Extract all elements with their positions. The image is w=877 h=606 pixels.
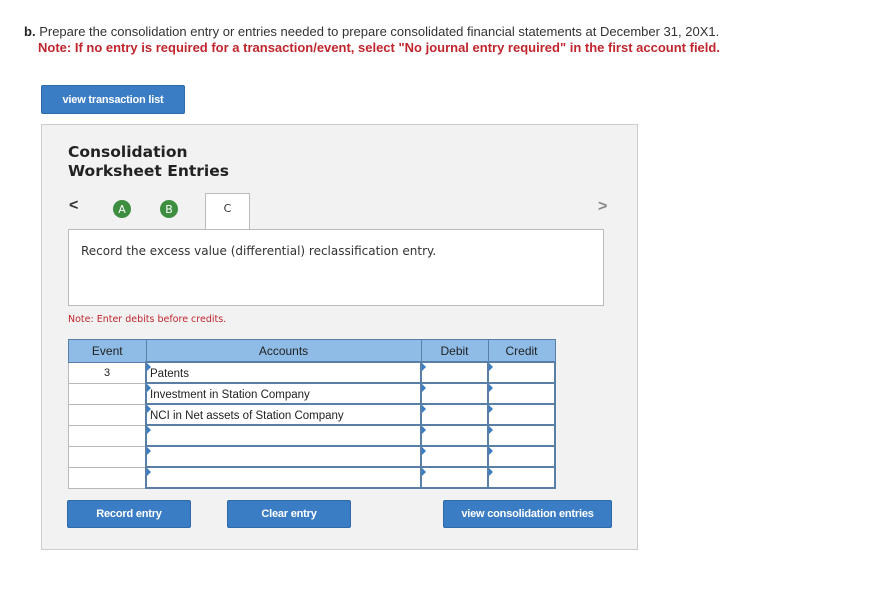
input-marker-icon (422, 447, 426, 455)
tab-c-label: C (223, 202, 232, 215)
input-marker-icon (489, 468, 493, 476)
input-marker-icon (489, 447, 493, 455)
debit-input[interactable] (420, 424, 489, 447)
consolidation-panel: Consolidation Worksheet Entries < A B C … (41, 124, 638, 550)
credit-input[interactable] (487, 403, 556, 426)
tab-b[interactable]: B (160, 200, 178, 218)
account-value: NCI in Net assets of Station Company (150, 409, 344, 422)
header-credit: Credit (487, 339, 556, 363)
header-debit: Debit (420, 339, 489, 363)
account-select[interactable] (145, 424, 422, 447)
input-marker-icon (422, 468, 426, 476)
table-row: Investment in Station Company (68, 382, 556, 405)
input-marker-icon (489, 426, 493, 434)
debit-input[interactable] (420, 382, 489, 405)
dropdown-marker-icon (147, 405, 151, 413)
table-row (68, 445, 556, 468)
input-marker-icon (422, 426, 426, 434)
account-select[interactable] (145, 466, 422, 489)
header-accounts: Accounts (145, 339, 422, 363)
entry-description-text: Record the excess value (differential) r… (81, 244, 437, 258)
account-value: Patents (150, 367, 189, 380)
input-marker-icon (422, 384, 426, 392)
account-select[interactable]: Investment in Station Company (145, 382, 422, 405)
view-transaction-list-button[interactable]: view transaction list (41, 85, 185, 114)
journal-entry-table: Event Accounts Debit Credit 3 Patents In… (68, 339, 556, 489)
tab-c[interactable]: C (205, 193, 250, 230)
debit-input[interactable] (420, 445, 489, 468)
dropdown-marker-icon (147, 426, 151, 434)
debit-input[interactable] (420, 466, 489, 489)
account-select[interactable] (145, 445, 422, 468)
input-marker-icon (489, 405, 493, 413)
instruction-note: Note: If no entry is required for a tran… (38, 40, 720, 55)
dropdown-marker-icon (147, 447, 151, 455)
input-marker-icon (422, 405, 426, 413)
account-value: Investment in Station Company (150, 388, 310, 401)
view-consolidation-entries-button[interactable]: view consolidation entries (443, 500, 612, 528)
event-cell (68, 466, 147, 489)
debit-input[interactable] (420, 403, 489, 426)
tab-a[interactable]: A (113, 200, 131, 218)
record-entry-button[interactable]: Record entry (67, 500, 191, 528)
entry-description: Record the excess value (differential) r… (68, 229, 604, 306)
event-cell (68, 424, 147, 447)
panel-title: Consolidation Worksheet Entries (68, 143, 229, 181)
input-marker-icon (422, 363, 426, 371)
credit-input[interactable] (487, 382, 556, 405)
input-marker-icon (489, 384, 493, 392)
account-select[interactable]: NCI in Net assets of Station Company (145, 403, 422, 426)
event-cell: 3 (68, 361, 147, 384)
credit-input[interactable] (487, 361, 556, 384)
table-row (68, 466, 556, 489)
dropdown-marker-icon (147, 468, 151, 476)
account-select[interactable]: Patents (145, 361, 422, 384)
event-cell (68, 403, 147, 426)
table-row (68, 424, 556, 447)
credit-input[interactable] (487, 466, 556, 489)
table-row: NCI in Net assets of Station Company (68, 403, 556, 426)
debit-credit-note: Note: Enter debits before credits. (68, 314, 227, 325)
input-marker-icon (489, 363, 493, 371)
panel-title-line1: Consolidation (68, 143, 188, 161)
event-cell (68, 382, 147, 405)
event-cell (68, 445, 147, 468)
clear-entry-button[interactable]: Clear entry (227, 500, 351, 528)
panel-title-line2: Worksheet Entries (68, 162, 229, 180)
debit-input[interactable] (420, 361, 489, 384)
dropdown-marker-icon (147, 363, 151, 371)
credit-input[interactable] (487, 445, 556, 468)
header-event: Event (68, 339, 147, 363)
dropdown-marker-icon (147, 384, 151, 392)
instruction-text: b. Prepare the consolidation entry or en… (24, 24, 719, 40)
table-header-row: Event Accounts Debit Credit (68, 339, 556, 363)
part-label: b. (24, 24, 36, 39)
instruction-body: Prepare the consolidation entry or entri… (39, 24, 720, 39)
prev-arrow-icon[interactable]: < (69, 197, 78, 215)
credit-input[interactable] (487, 424, 556, 447)
table-row: 3 Patents (68, 361, 556, 384)
next-arrow-icon[interactable]: > (598, 198, 607, 216)
